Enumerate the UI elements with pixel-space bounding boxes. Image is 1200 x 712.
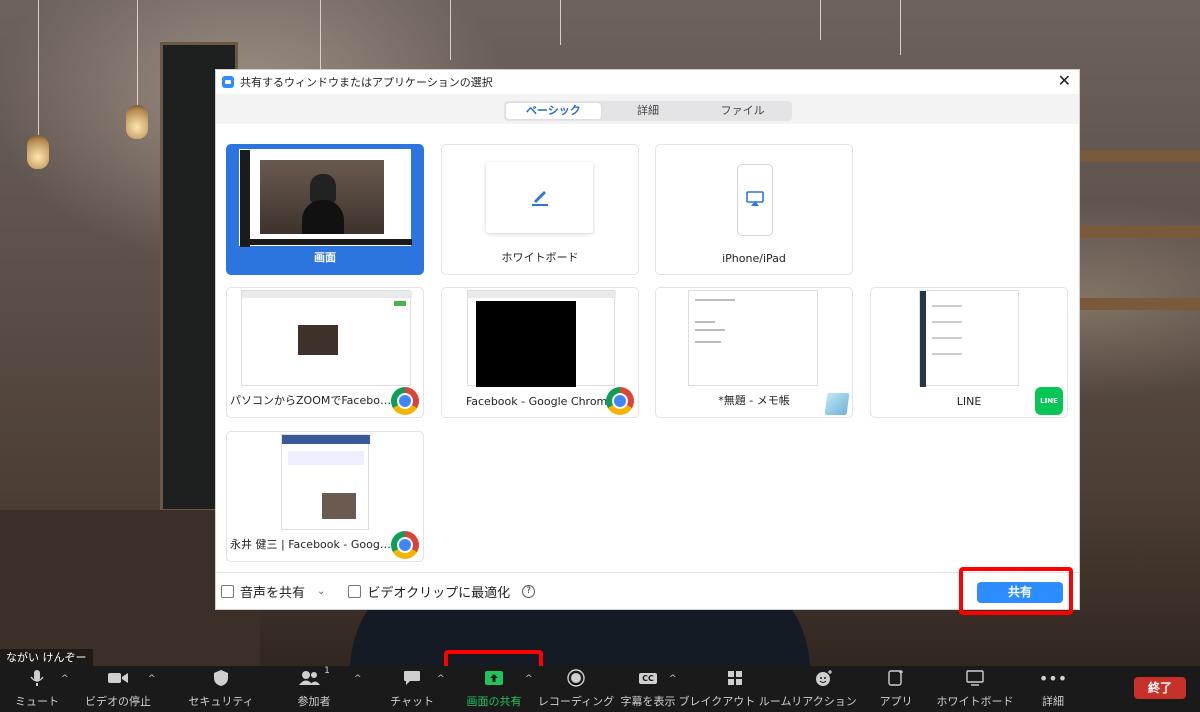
dialog-titlebar: 共有するウィンドウまたはアプリケーションの選択 [216,70,1079,94]
participants-button[interactable]: 1 参加者 [294,666,334,712]
window-thumbnail [467,290,616,387]
window-thumbnail [688,290,818,386]
share-button-highlight [959,567,1073,615]
share-card-screen[interactable]: 画面 [226,144,424,275]
optimize-video-checkbox[interactable]: ビデオクリップに最適化 [348,582,510,601]
chevron-down-icon[interactable]: ⌄ [317,586,325,597]
meeting-toolbar: ミュート ^ ビデオの停止 ^ セキュリティ 1 参加者 ^ チャット ^ 画面… [0,666,1200,712]
more-dots-icon: ••• [1038,668,1068,688]
participants-icon: 1 [298,666,330,690]
chevron-up-icon[interactable]: ^ [525,674,533,684]
close-icon[interactable]: ✕ [1058,73,1071,89]
grid-icon [727,666,743,690]
recording-button[interactable]: レコーディング [538,666,614,712]
microphone-icon [30,666,44,690]
cc-icon: CC [639,666,657,690]
share-card-window[interactable]: Facebook - Google Chrome [441,287,639,418]
share-screen-icon [484,666,504,690]
checkbox-box[interactable] [221,584,234,598]
participants-count: 1 [324,666,330,676]
share-screen-label: 画面の共有 [466,695,522,708]
stop-video-label: ビデオの停止 [85,695,151,708]
notepad-icon [824,393,850,415]
record-icon [567,666,585,690]
whiteboard-preview [486,162,593,233]
line-icon: LINE [1035,387,1063,415]
breakout-rooms-label: ブレイクアウト ルーム [678,695,792,708]
share-card-label: *無題 - メモ帳 [718,394,790,407]
security-button[interactable]: セキュリティ [188,666,254,712]
optimize-video-label: ビデオクリップに最適化 [367,585,511,601]
chevron-up-icon[interactable]: ^ [148,674,156,684]
cc-icon-text: CC [639,672,657,684]
share-card-window[interactable]: *無題 - メモ帳 [655,287,853,418]
reactions-button[interactable]: リアクション [791,666,857,712]
share-card-label: ホワイトボード [501,251,579,264]
share-card-window[interactable]: LINE LINE [870,287,1068,418]
share-card-window[interactable]: パソコンからZOOMでFacebookLIV... [226,287,424,418]
chrome-icon [391,387,419,415]
participant-name-tag: ながい けんぞー [0,649,93,666]
participants-label: 参加者 [297,695,331,708]
apps-button[interactable]: アプリ [879,666,913,712]
chevron-up-icon[interactable]: ^ [669,674,677,684]
apps-label: アプリ [879,695,913,708]
mute-button[interactable]: ミュート [15,666,59,712]
phone-preview [737,164,773,236]
tab-files[interactable]: ファイル [695,103,790,119]
chrome-icon [391,531,419,559]
share-selection-dialog: 共有するウィンドウまたはアプリケーションの選択 ✕ ベーシック 詳細 ファイル … [215,69,1080,610]
whiteboard-button[interactable]: ホワイトボード [937,666,1014,712]
smiley-icon [814,666,834,690]
chevron-up-icon[interactable]: ^ [61,674,69,684]
whiteboard-icon [966,666,984,690]
reactions-label: リアクション [791,695,857,708]
chat-label: チャット [390,695,434,708]
window-thumbnail [241,290,412,386]
share-screen-button[interactable]: 画面の共有 [462,666,526,712]
help-icon[interactable]: ? [522,584,536,598]
more-button[interactable]: ••• 詳細 [1037,666,1069,712]
screen-thumbnail [239,149,412,247]
captions-label: 字幕を表示 [620,695,676,708]
more-label: 詳細 [1042,695,1064,708]
chevron-up-icon[interactable]: ^ [354,674,362,684]
checkbox-box[interactable] [348,584,362,598]
share-audio-label: 音声を共有 [240,585,306,601]
share-card-label: 画面 [314,251,336,264]
dialog-title: 共有するウィンドウまたはアプリケーションの選択 [240,76,493,89]
window-thumbnail [919,290,1019,387]
video-camera-icon [107,666,129,690]
airplay-icon [746,190,764,210]
share-card-iphone-ipad[interactable]: iPhone/iPad [655,144,853,275]
security-label: セキュリティ [188,695,254,708]
chat-button[interactable]: チャット [390,666,434,712]
share-card-window[interactable]: 永井 健三 | Facebook - Google C... [226,431,424,562]
chevron-up-icon[interactable]: ^ [437,674,445,684]
stop-video-button[interactable]: ビデオの停止 [85,666,151,712]
share-options-grid: 画面 ホワイトボード iPhone/iPad パソコンからZOOMでFacebo… [216,124,1079,572]
share-card-label: iPhone/iPad [722,252,786,265]
whiteboard-label: ホワイトボード [936,695,1014,708]
window-thumbnail [281,434,370,530]
mute-label: ミュート [15,695,59,708]
captions-button[interactable]: CC 字幕を表示 [619,666,677,712]
apps-icon [887,666,905,690]
recording-label: レコーディング [537,695,615,708]
breakout-rooms-button[interactable]: ブレイクアウト ルーム [679,666,791,712]
share-audio-checkbox[interactable]: 音声を共有 [221,582,305,601]
dialog-footer: 音声を共有 ⌄ ビデオクリップに最適化 ? 共有 [216,572,1079,609]
zoom-app-icon [222,76,234,88]
shield-icon [213,666,229,690]
end-meeting-button[interactable]: 終了 [1134,677,1186,699]
tab-basic[interactable]: ベーシック [506,103,601,119]
tab-advanced[interactable]: 詳細 [601,103,696,119]
pen-icon [529,185,551,210]
share-card-whiteboard[interactable]: ホワイトボード [441,144,639,275]
chat-icon [403,666,421,690]
share-tabs: ベーシック 詳細 ファイル [504,101,792,121]
chrome-icon [606,387,634,415]
